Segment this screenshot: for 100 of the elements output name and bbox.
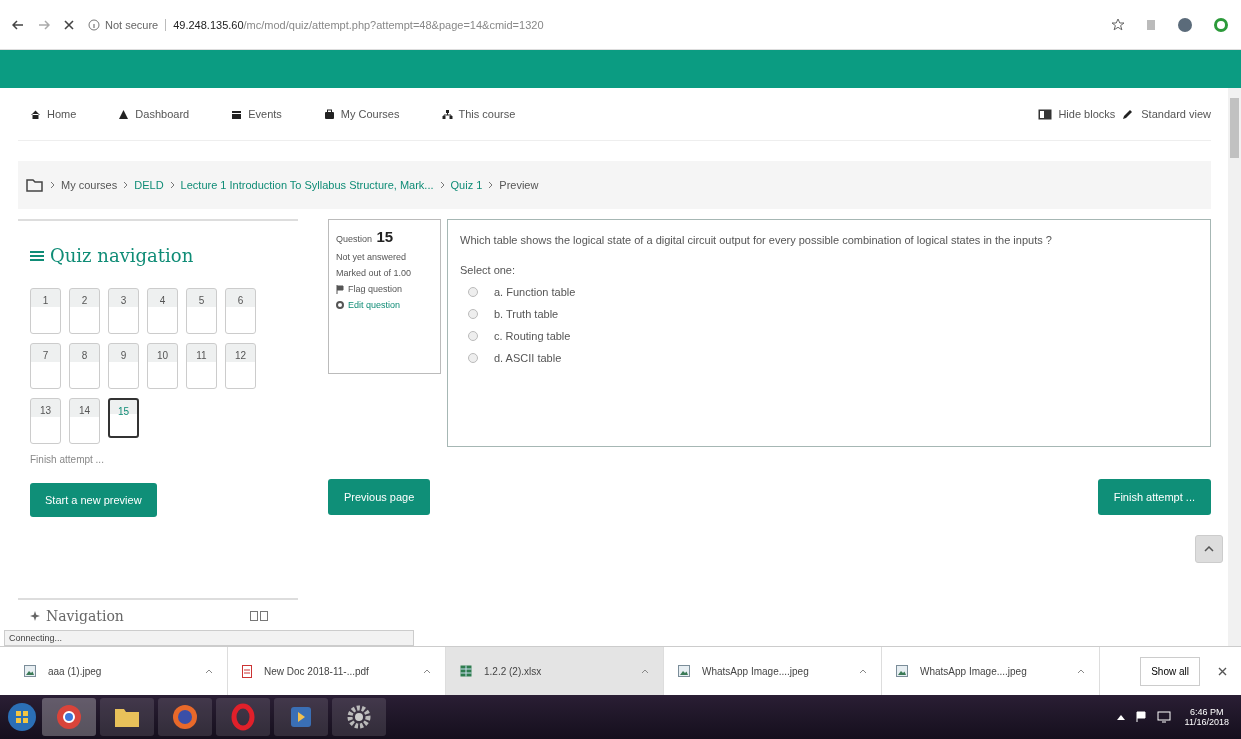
answer-option[interactable]: d. ASCII table [494, 352, 562, 364]
breadcrumb-link[interactable]: DELD [134, 179, 164, 191]
back-icon[interactable] [12, 19, 24, 30]
briefcase-icon [323, 108, 335, 120]
status-text: Connecting... [4, 630, 414, 646]
download-item[interactable]: New Doc 2018-11-...pdf [264, 665, 411, 677]
scroll-to-top-button[interactable] [1195, 535, 1223, 563]
sitemap-icon [441, 108, 453, 120]
start-new-preview-button[interactable]: Start a new preview [30, 483, 157, 517]
block-title: Navigation [46, 608, 124, 624]
chevron-up-icon [1204, 546, 1214, 552]
media-app-icon[interactable] [289, 705, 313, 729]
breadcrumb-link[interactable]: Lecture 1 Introduction To Syllabus Structure, Mark... [180, 179, 434, 191]
chevron-icon [439, 181, 445, 189]
dock-icon[interactable] [250, 611, 268, 621]
question-mark: Marked out of 1.00 [336, 268, 412, 278]
image-file-icon [678, 665, 690, 677]
previous-page-button[interactable]: Previous page [328, 479, 431, 515]
flag-question-link[interactable]: Flag question [348, 284, 403, 294]
orb-icon[interactable] [171, 703, 199, 731]
finish-attempt-link[interactable]: Finish attempt ... [30, 454, 104, 465]
nav-link[interactable]: This course [458, 108, 516, 120]
finish-attempt-button[interactable]: Finish attempt ... [1097, 479, 1211, 515]
question-status: Not yet answered [336, 252, 407, 262]
chevron-icon [123, 181, 129, 189]
nav-link[interactable]: Dashboard [135, 108, 190, 120]
breadcrumb-link[interactable]: Quiz 1 [450, 179, 483, 191]
folder-icon [26, 178, 44, 192]
radio-button[interactable] [468, 353, 478, 363]
round-app-icon[interactable] [55, 703, 83, 731]
question-label: Question [336, 234, 373, 244]
caret-icon[interactable] [641, 668, 649, 674]
download-item[interactable]: WhatsApp Image....jpeg [702, 665, 847, 677]
question-number-button[interactable]: 10 [147, 343, 178, 389]
home-icon [30, 108, 41, 120]
question-number-button[interactable]: 7 [30, 343, 61, 389]
columns-icon [1038, 108, 1053, 120]
question-number: 15 [376, 228, 394, 245]
sparkle-icon [30, 611, 40, 621]
chevron-icon [488, 181, 494, 189]
star-icon[interactable] [1111, 17, 1125, 32]
question-number-button[interactable]: 3 [108, 288, 139, 334]
question-text: Which table shows the logical state of a digital circuit output for every possible combination of logical states in the inputs ? [460, 233, 1052, 248]
question-number-button[interactable]: 11 [186, 343, 217, 389]
gear-icon[interactable] [346, 704, 372, 730]
menu-icon [30, 249, 44, 262]
image-file-icon [896, 665, 908, 677]
nav-link[interactable]: Standard view [1141, 108, 1211, 120]
tray-arrow-icon[interactable] [1116, 714, 1125, 720]
image-file-icon [24, 665, 36, 677]
radio-button[interactable] [468, 287, 478, 297]
chevron-icon [50, 181, 55, 189]
caret-icon[interactable] [1077, 668, 1085, 674]
question-number-button[interactable]: 14 [69, 398, 100, 444]
radio-button[interactable] [468, 331, 478, 341]
nav-link[interactable]: Home [47, 108, 77, 120]
nav-link[interactable]: My Courses [340, 108, 400, 120]
close-icon[interactable] [1218, 666, 1227, 676]
gear-icon [336, 301, 344, 309]
download-item[interactable]: WhatsApp Image....jpeg [920, 665, 1065, 677]
question-number-button[interactable]: 15 [108, 398, 139, 438]
radio-button[interactable] [468, 309, 478, 319]
question-number-button[interactable]: 8 [69, 343, 100, 389]
scrollbar[interactable] [1228, 88, 1241, 646]
close-icon[interactable] [64, 19, 74, 30]
question-number-button[interactable]: 9 [108, 343, 139, 389]
breadcrumb-link[interactable]: Preview [499, 179, 539, 191]
caret-icon[interactable] [205, 668, 213, 674]
question-number-button[interactable]: 2 [69, 288, 100, 334]
forward-icon[interactable] [38, 19, 50, 30]
question-number-button[interactable]: 1 [30, 288, 61, 334]
question-number-button[interactable]: 12 [225, 343, 256, 389]
chevron-icon [169, 181, 175, 189]
flag-icon [336, 284, 344, 294]
question-number-button[interactable]: 4 [147, 288, 178, 334]
ring-icon[interactable] [1213, 16, 1229, 33]
address-field[interactable]: Not secure 49.248.135.60/mc/mod/quiz/attempt.php?attempt=48&page=14&cmid=1320 [88, 10, 1097, 39]
answer-option[interactable]: b. Truth table [494, 308, 559, 320]
profile-icon[interactable] [1177, 16, 1193, 33]
nav-link[interactable]: Hide blocks [1058, 108, 1116, 120]
spreadsheet-file-icon [460, 665, 472, 677]
question-number-button[interactable]: 6 [225, 288, 256, 334]
flag-icon[interactable] [1134, 711, 1147, 723]
edit-question-link[interactable]: Edit question [348, 300, 401, 310]
question-number-button[interactable]: 5 [186, 288, 217, 334]
show-all-button[interactable]: Show all [1140, 656, 1200, 686]
breadcrumb-link[interactable]: My courses [61, 179, 118, 191]
caret-icon[interactable] [859, 668, 867, 674]
nav-link[interactable]: Events [248, 108, 282, 120]
answer-option[interactable]: a. Function table [494, 286, 576, 298]
caret-icon[interactable] [423, 668, 431, 674]
start-orb-icon[interactable] [6, 701, 38, 733]
ring-icon[interactable] [230, 703, 256, 731]
download-item[interactable]: aaa (1).jpeg [48, 665, 193, 677]
taskbar-clock[interactable]: 6:46 PM 11/16/2018 [1184, 707, 1229, 727]
info-icon [88, 18, 100, 31]
answer-option[interactable]: c. Routing table [494, 330, 571, 342]
download-item[interactable]: 1.2.2 (2).xlsx [484, 665, 629, 677]
monitor-icon[interactable] [1156, 711, 1171, 723]
question-number-button[interactable]: 13 [30, 398, 61, 444]
